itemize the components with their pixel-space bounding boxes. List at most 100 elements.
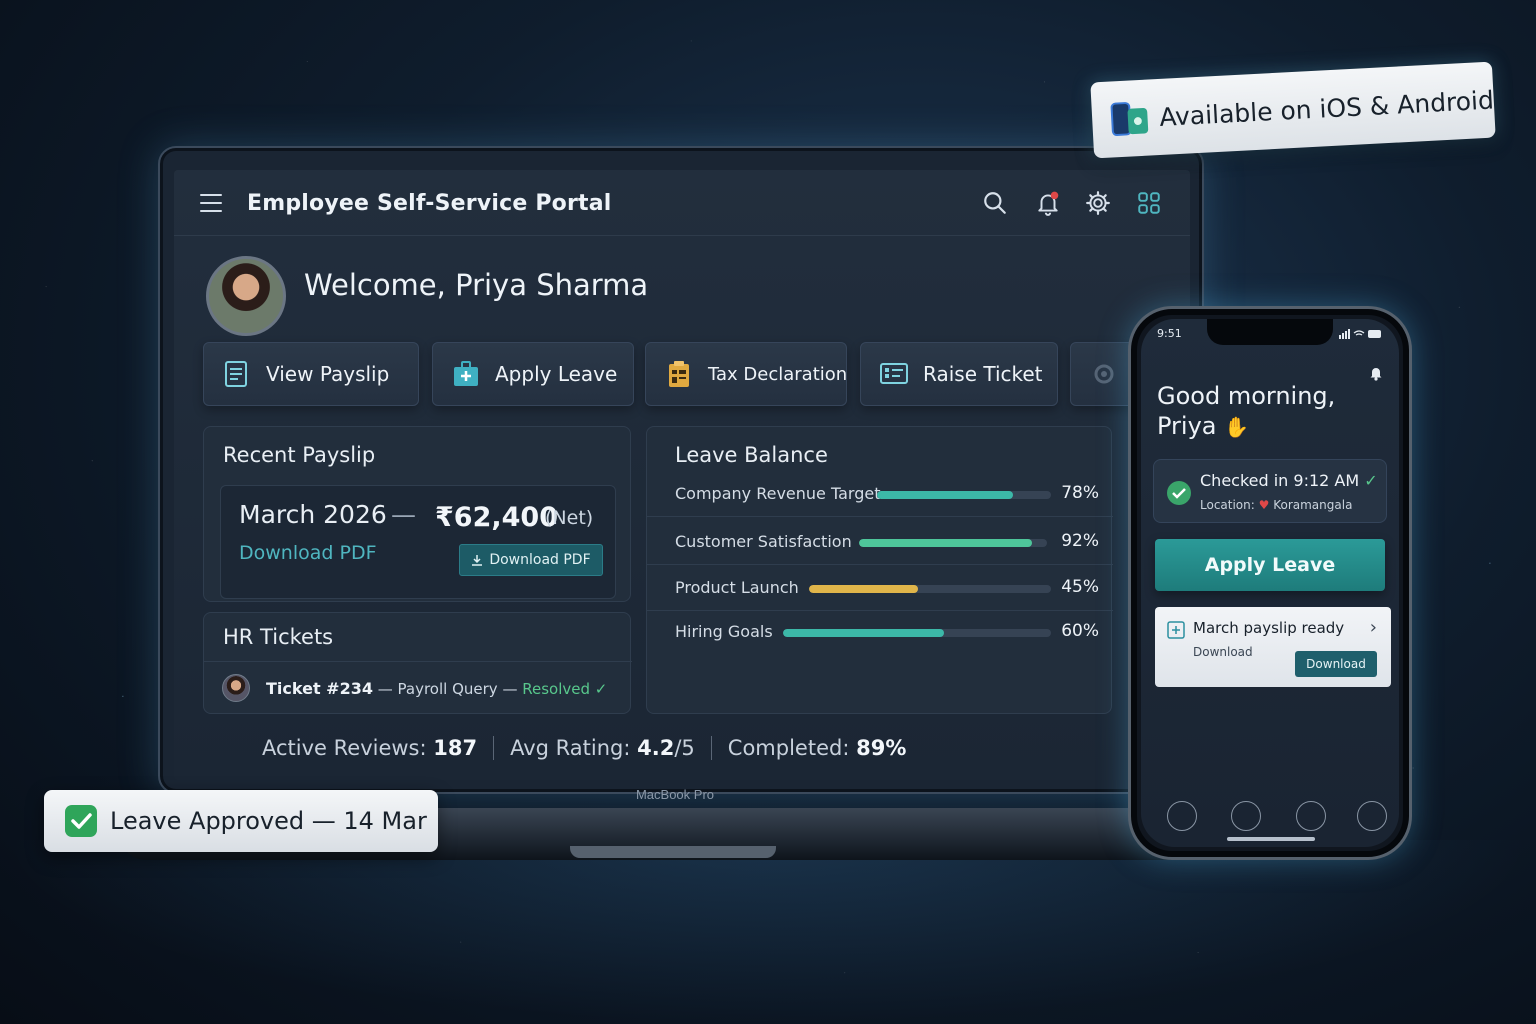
top-bar: Employee Self-Service Portal bbox=[174, 170, 1190, 236]
download-pdf-button-label: Download PDF bbox=[489, 552, 591, 568]
progress-track bbox=[859, 539, 1047, 547]
leave-balance-title: Leave Balance bbox=[675, 443, 828, 467]
ticket-status: Resolved bbox=[522, 680, 591, 698]
progress-percent: 78% bbox=[1061, 483, 1099, 503]
chevron-right-icon[interactable]: › bbox=[1370, 617, 1377, 638]
leave-approved-toast: Leave Approved — 14 Mar bbox=[44, 790, 438, 852]
rating-suffix: /5 bbox=[674, 736, 695, 760]
leave-balance-row: Hiring Goals 60% bbox=[647, 609, 1113, 655]
rating-value: 4.2 bbox=[637, 736, 675, 760]
phone-screen: 9:51 Good morning, Priya ✋ Checked in 9:… bbox=[1141, 319, 1399, 847]
location-pin-icon: ♥ bbox=[1258, 498, 1270, 512]
completed-value: 89% bbox=[856, 736, 907, 760]
stats-divider bbox=[493, 736, 495, 760]
tax-document-icon bbox=[669, 361, 689, 387]
platform-badge-label: Available on iOS & Android bbox=[1158, 85, 1495, 132]
reviews-value: 187 bbox=[433, 736, 478, 760]
leave-balance-row: Product Launch 45% bbox=[647, 565, 1113, 611]
ticket-dash: — bbox=[377, 680, 393, 698]
floor-glow bbox=[0, 840, 1536, 1024]
play-nav-icon[interactable] bbox=[1296, 801, 1326, 831]
home-nav-icon[interactable] bbox=[1231, 801, 1261, 831]
ticket-dash: — bbox=[502, 680, 518, 698]
mobile-devices-icon bbox=[1110, 102, 1149, 136]
history-nav-icon[interactable] bbox=[1357, 801, 1387, 831]
leave-balance-card: Leave Balance Company Revenue Target 78% C… bbox=[646, 426, 1113, 714]
stats-divider bbox=[710, 736, 712, 760]
payslip-plus-icon bbox=[1167, 621, 1185, 639]
ticket-avatar bbox=[222, 674, 250, 702]
approved-check-icon bbox=[65, 805, 97, 837]
location-label: Location: bbox=[1200, 498, 1255, 512]
welcome-heading: Welcome, Priya Sharma bbox=[304, 268, 649, 302]
medical-kit-icon bbox=[454, 361, 478, 386]
payslip-icon bbox=[225, 361, 247, 387]
tax-declaration-label: Tax Declaration bbox=[708, 363, 848, 385]
ticket-summary: Ticket #234 — Payroll Query — Resolved ✓ bbox=[266, 679, 607, 698]
location-value: Koramangala bbox=[1273, 498, 1353, 512]
check-circle-icon bbox=[1167, 481, 1191, 505]
leave-approved-label: Leave Approved — 14 Mar bbox=[110, 807, 427, 835]
phone-clock: 9:51 bbox=[1157, 327, 1182, 340]
ticket-topic: Payroll Query bbox=[397, 680, 498, 698]
tax-declaration-button[interactable]: Tax Declaration bbox=[645, 342, 847, 406]
user-avatar[interactable] bbox=[206, 256, 286, 336]
greeting-line: Good morning, bbox=[1157, 382, 1336, 410]
greeting-name: Priya bbox=[1157, 412, 1217, 440]
notification-subtitle: Download bbox=[1193, 645, 1253, 659]
apply-leave-label: Apply Leave bbox=[495, 362, 618, 386]
laptop-trackpad-notch bbox=[570, 846, 776, 858]
progress-track bbox=[783, 629, 1051, 637]
download-icon bbox=[472, 555, 483, 566]
download-pdf-link[interactable]: Download PDF bbox=[239, 542, 377, 564]
home-indicator bbox=[1227, 837, 1315, 841]
phone-bottom-nav bbox=[1141, 795, 1399, 835]
view-payslip-button[interactable]: View Payslip bbox=[203, 342, 419, 406]
progress-percent: 60% bbox=[1061, 621, 1099, 641]
hr-tickets-card: HR Tickets Ticket #234 — Payroll Query —… bbox=[203, 612, 632, 714]
settings-gear-icon[interactable] bbox=[1085, 190, 1111, 216]
ticket-id: Ticket #234 bbox=[266, 679, 373, 698]
notification-bell-icon[interactable] bbox=[1035, 190, 1061, 216]
payslip-amount: ₹62,400 bbox=[435, 502, 558, 533]
apps-grid-icon[interactable] bbox=[1136, 190, 1162, 216]
progress-track bbox=[809, 585, 1051, 593]
phone-bell-icon[interactable] bbox=[1369, 365, 1383, 381]
checkin-text: Checked in 9:12 AM bbox=[1200, 471, 1360, 490]
leave-balance-label: Company Revenue Target bbox=[675, 484, 881, 503]
recent-payslip-card: Recent Payslip March 2026 — ₹62,400 (Net… bbox=[203, 426, 631, 602]
gear-icon bbox=[1094, 364, 1114, 384]
rating-label: Avg Rating: bbox=[510, 736, 631, 760]
mobile-phone: 9:51 Good morning, Priya ✋ Checked in 9:… bbox=[1128, 306, 1412, 860]
leave-balance-label: Product Launch bbox=[675, 578, 799, 597]
leave-balance-label: Customer Satisfaction bbox=[675, 532, 852, 551]
payslip-month: March 2026 bbox=[239, 500, 387, 529]
portal-title: Employee Self-Service Portal bbox=[247, 191, 612, 216]
laptop-model-label: MacBook Pro bbox=[635, 787, 715, 802]
payslip-notification[interactable]: March payslip ready › Download Download bbox=[1155, 607, 1391, 687]
apply-leave-button[interactable]: Apply Leave bbox=[432, 342, 634, 406]
signal-wifi-battery-icon bbox=[1339, 329, 1381, 339]
checkin-card: Checked in 9:12 AM ✓ Location: ♥ Koraman… bbox=[1153, 459, 1387, 523]
hr-tickets-title: HR Tickets bbox=[223, 625, 334, 649]
leave-balance-row: Company Revenue Target 78% bbox=[647, 471, 1113, 517]
leave-balance-label: Hiring Goals bbox=[675, 622, 773, 641]
ticket-row[interactable]: Ticket #234 — Payroll Query — Resolved ✓ bbox=[204, 661, 632, 713]
leave-balance-row: Customer Satisfaction 92% bbox=[647, 519, 1113, 565]
phone-download-button[interactable]: Download bbox=[1295, 651, 1377, 677]
menu-icon[interactable] bbox=[200, 194, 222, 212]
phone-apply-leave-button[interactable]: Apply Leave bbox=[1155, 539, 1385, 591]
payslip-summary: March 2026 — ₹62,400 (Net) Download PDF … bbox=[220, 485, 616, 599]
raise-ticket-button[interactable]: Raise Ticket bbox=[860, 342, 1058, 406]
ticket-screen-icon bbox=[880, 363, 908, 384]
phone-greeting: Good morning, Priya ✋ bbox=[1157, 381, 1335, 442]
recent-payslip-title: Recent Payslip bbox=[223, 443, 376, 467]
progress-fill bbox=[809, 585, 918, 593]
download-pdf-button[interactable]: Download PDF bbox=[459, 544, 603, 576]
back-nav-icon[interactable] bbox=[1167, 801, 1197, 831]
view-payslip-label: View Payslip bbox=[266, 362, 390, 386]
search-icon[interactable] bbox=[982, 190, 1008, 216]
checkin-location: Location: ♥ Koramangala bbox=[1200, 498, 1352, 512]
checkin-status: Checked in 9:12 AM ✓ bbox=[1200, 471, 1378, 490]
phone-notch bbox=[1207, 319, 1333, 345]
